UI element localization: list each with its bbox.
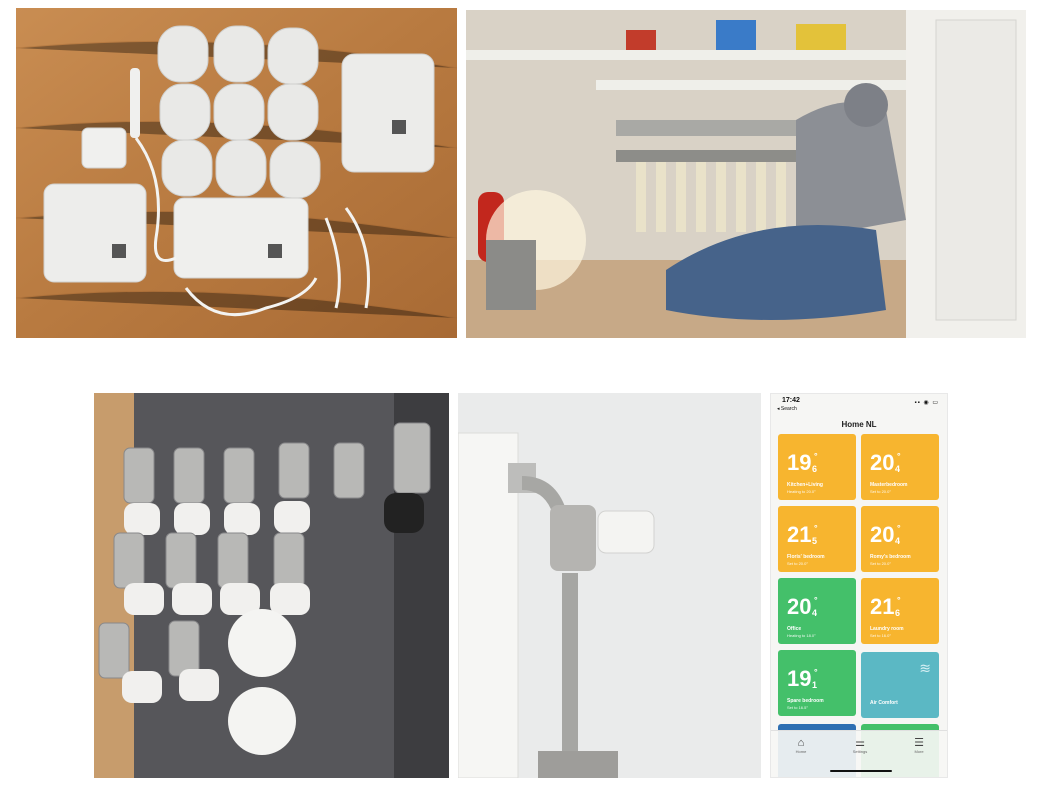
room-temperature: 20 [870, 450, 895, 475]
room-status: Set to 20.0° [870, 489, 891, 494]
room-name: Masterbedroom [870, 482, 908, 488]
room-temperature-decimal: 5 [812, 536, 818, 546]
radiator-valves-photo [94, 393, 449, 778]
status-time: 17:42 [782, 397, 800, 404]
air-comfort-label: Air Comfort [870, 700, 898, 706]
room-temperature: 20 [870, 522, 895, 547]
degree-icon: ° [814, 595, 818, 605]
room-tile[interactable]: 21 ° 5 Floris' bedroom Set to 20.0° [778, 506, 856, 572]
room-temperature-decimal: 4 [895, 536, 901, 546]
room-name: Kitchen+Living [787, 482, 823, 488]
room-name: Laundry room [870, 626, 904, 632]
room-tile[interactable]: 19 ° 6 Kitchen+Living Heating to 20.0° [778, 434, 856, 500]
room-name: Spare bedroom [787, 698, 824, 704]
room-temperature: 19 [787, 666, 812, 691]
menu-icon: ☰ [914, 737, 924, 749]
room-tile[interactable]: 20 ° 4 Office Heating to 18.0° [778, 578, 856, 644]
room-temperature-decimal: 6 [812, 464, 818, 474]
sliders-icon: ⚌ [855, 737, 865, 749]
degree-icon: ° [897, 451, 901, 461]
room-tile[interactable]: 21 ° 6 Laundry room Set to 16.0° [861, 578, 939, 644]
room-name: Floris' bedroom [787, 554, 825, 560]
manifold-installation-photo [466, 10, 1026, 338]
room-temperature: 20 [787, 594, 812, 619]
air-comfort-tile[interactable]: ≋ Air Comfort [861, 652, 939, 718]
room-status: Set to 20.0° [870, 561, 891, 566]
tab-bar: ⌂ Home ⚌ Settings ☰ More [771, 730, 947, 777]
room-name: Office [787, 626, 802, 632]
room-status: Set to 16.5° [787, 705, 808, 710]
tab-settings[interactable]: ⚌ Settings [835, 737, 885, 754]
home-title: Home NL [841, 420, 877, 429]
phone-screenshot: 17:42 ◂ Search ▪▪ ◉ ▭ Home NL 19 ° 6 Kitche… [770, 393, 948, 778]
room-status: Set to 16.0° [870, 633, 891, 638]
tab-more[interactable]: ☰ More [894, 737, 944, 754]
wind-icon: ≋ [919, 660, 931, 676]
system-status-icons: ▪▪ ◉ ▭ [914, 400, 939, 406]
degree-icon: ° [814, 667, 818, 677]
room-temperature: 21 [870, 594, 895, 619]
degree-icon: ° [814, 451, 818, 461]
room-temperature-decimal: 6 [895, 608, 901, 618]
degree-icon: ° [897, 523, 901, 533]
degree-icon: ° [897, 595, 901, 605]
back-search-link[interactable]: ◂ Search [777, 406, 797, 412]
radiator-thermostat-photo [458, 393, 761, 778]
room-tile[interactable]: 20 ° 4 Romy's bedroom Set to 20.0° [861, 506, 939, 572]
room-status: Heating to 20.0° [787, 489, 816, 494]
room-temperature-decimal: 4 [895, 464, 901, 474]
room-temperature: 21 [787, 522, 812, 547]
room-temperature-decimal: 4 [812, 608, 818, 618]
room-temperature-decimal: 1 [812, 680, 818, 690]
room-temperature: 19 [787, 450, 812, 475]
tab-home[interactable]: ⌂ Home [776, 737, 826, 754]
room-name: Romy's bedroom [870, 554, 911, 560]
room-tile[interactable]: 20 ° 4 Masterbedroom Set to 20.0° [861, 434, 939, 500]
home-icon: ⌂ [797, 737, 805, 749]
home-indicator [830, 770, 892, 772]
room-status: Heating to 18.0° [787, 633, 816, 638]
degree-icon: ° [814, 523, 818, 533]
room-status: Set to 20.0° [787, 561, 808, 566]
room-tile[interactable]: 19 ° 1 Spare bedroom Set to 16.5° [778, 650, 856, 716]
smart-thermostat-kit-photo [16, 8, 457, 338]
